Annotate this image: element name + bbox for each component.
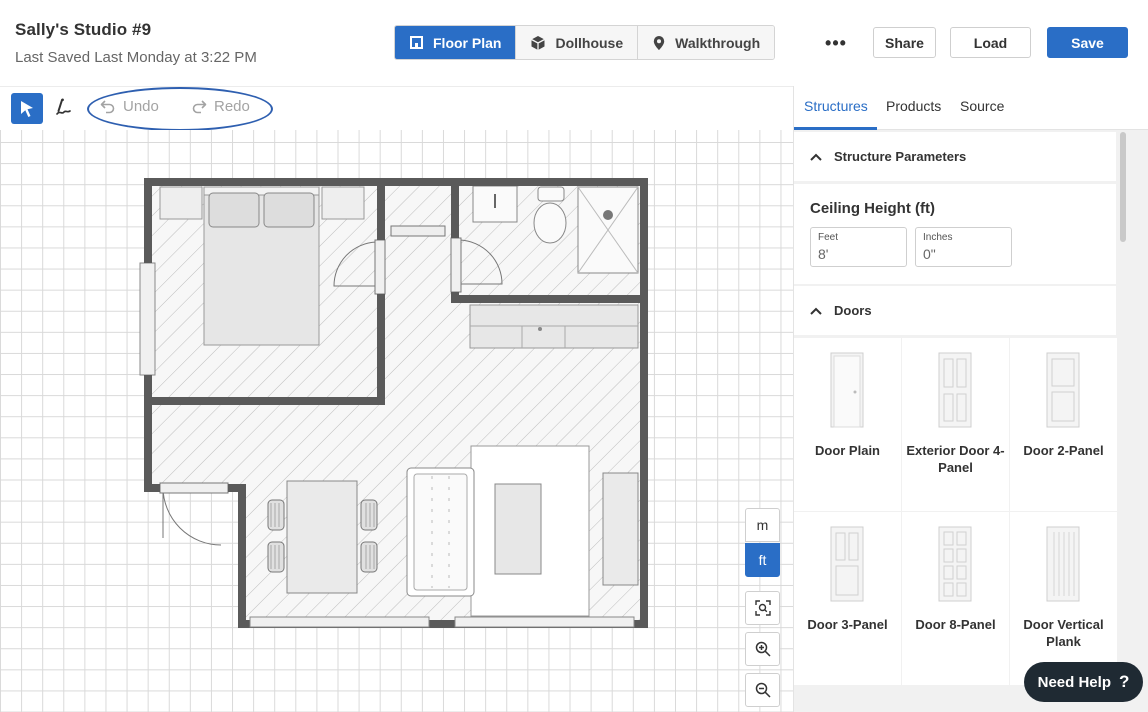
door-card-8-panel[interactable]: Door 8-Panel: [902, 512, 1009, 685]
door-name: Exterior Door 4-Panel: [906, 443, 1005, 475]
chevron-up-icon: [810, 307, 822, 315]
door-catalog-grid: Door Plain Exterior Door 4-Panel Door 2-…: [794, 338, 1117, 685]
door-card-2-panel[interactable]: Door 2-Panel: [1010, 338, 1117, 511]
door-name: Door 2-Panel: [1023, 443, 1104, 458]
door-8-panel-icon: [938, 526, 972, 602]
undo-icon: [100, 99, 115, 113]
last-saved-text: Last Saved Last Monday at 3:22 PM: [15, 49, 257, 66]
chevron-up-icon: [810, 153, 822, 161]
view-mode-tabs: Floor Plan Dollhouse Walkthrough: [394, 25, 776, 60]
bed[interactable]: [203, 186, 320, 346]
zoom-fit-icon: [754, 600, 771, 616]
doors-header[interactable]: Doors: [794, 286, 1116, 335]
zoom-out-icon: [755, 682, 771, 698]
feet-input[interactable]: Feet 8': [810, 227, 907, 267]
canvas-toolbar: Undo Redo: [0, 86, 793, 131]
entrance-door[interactable]: [159, 482, 229, 546]
app-window: Sally's Studio #9 Last Saved Last Monday…: [0, 0, 1148, 712]
nightstand-right[interactable]: [321, 186, 365, 220]
floor-plan-drawing[interactable]: [0, 130, 793, 712]
unit-meters-button[interactable]: m: [745, 508, 780, 542]
door-plain-icon: [830, 352, 864, 428]
door-name: Door Vertical Plank: [1023, 617, 1104, 649]
load-button[interactable]: Load: [950, 27, 1031, 58]
inches-value: 0": [923, 246, 936, 262]
floorplan-icon: [410, 36, 423, 49]
header: Sally's Studio #9 Last Saved Last Monday…: [0, 0, 1148, 86]
project-title[interactable]: Sally's Studio #9: [15, 20, 151, 40]
zoom-fit-button[interactable]: [745, 591, 780, 625]
pen-draw-icon: [56, 98, 71, 115]
floor-plan-canvas[interactable]: m ft: [0, 130, 793, 712]
undo-button[interactable]: Undo: [100, 98, 159, 115]
save-button[interactable]: Save: [1047, 27, 1128, 58]
panel-scrollbar-thumb[interactable]: [1120, 132, 1126, 242]
inches-label: Inches: [923, 232, 953, 243]
structures-panel: Structures Products Source Structure Par…: [793, 86, 1148, 712]
need-help-label: Need Help: [1037, 673, 1111, 691]
ceiling-height-block: Ceiling Height (ft) Feet 8' Inches 0": [794, 184, 1116, 284]
select-tool-button[interactable]: [11, 93, 43, 124]
structure-parameters-header[interactable]: Structure Parameters: [794, 132, 1116, 181]
zoom-out-button[interactable]: [745, 673, 780, 707]
nightstand-left[interactable]: [159, 186, 203, 220]
door-card-vertical-plank[interactable]: Door Vertical Plank: [1010, 512, 1117, 685]
panel-scrollbar[interactable]: [1119, 132, 1127, 712]
need-help-button[interactable]: Need Help ?: [1024, 662, 1143, 702]
tab-products[interactable]: Products: [886, 98, 941, 114]
tab-label: Dollhouse: [555, 34, 624, 51]
sofa[interactable]: [406, 467, 475, 597]
door-4-panel-icon: [938, 352, 972, 428]
door-card-exterior-4-panel[interactable]: Exterior Door 4-Panel: [902, 338, 1009, 511]
feet-value: 8': [818, 246, 829, 262]
shower[interactable]: [577, 186, 639, 274]
door-vertical-plank-icon: [1046, 526, 1080, 602]
cube-icon: [531, 35, 546, 50]
door-2-panel-icon: [1046, 352, 1080, 428]
toilet[interactable]: [533, 186, 567, 244]
tab-label: Floor Plan: [433, 34, 502, 51]
tab-floor-plan[interactable]: Floor Plan: [395, 26, 517, 59]
undo-label: Undo: [123, 98, 159, 115]
cursor-arrow-icon: [21, 100, 33, 117]
tab-dollhouse[interactable]: Dollhouse: [516, 26, 639, 59]
tv-console[interactable]: [602, 472, 639, 586]
section-title: Doors: [834, 303, 872, 318]
more-options-button[interactable]: •••: [822, 30, 850, 56]
ceiling-height-title: Ceiling Height (ft): [810, 200, 935, 217]
tab-source[interactable]: Source: [960, 98, 1004, 114]
door-name: Door 8-Panel: [915, 617, 996, 632]
unit-feet-button[interactable]: ft: [745, 543, 780, 577]
door-name: Door Plain: [814, 443, 880, 458]
inches-input[interactable]: Inches 0": [915, 227, 1012, 267]
tab-walkthrough[interactable]: Walkthrough: [638, 26, 775, 59]
tab-structures[interactable]: Structures: [804, 98, 868, 114]
location-pin-icon: [653, 35, 665, 50]
section-title: Structure Parameters: [834, 149, 967, 164]
door-3-panel-icon: [830, 526, 864, 602]
door-name: Door 3-Panel: [807, 617, 888, 632]
redo-label: Redo: [214, 98, 250, 115]
question-mark-icon: ?: [1118, 672, 1130, 691]
panel-tabs: Structures Products Source: [794, 86, 1148, 130]
tab-label: Walkthrough: [675, 34, 761, 51]
draw-tool-button[interactable]: [51, 95, 75, 121]
kitchen-counter[interactable]: [469, 304, 639, 349]
active-tab-indicator: [794, 127, 877, 130]
door-card-3-panel[interactable]: Door 3-Panel: [794, 512, 901, 685]
dining-table[interactable]: [286, 480, 358, 594]
door-card-plain[interactable]: Door Plain: [794, 338, 901, 511]
window-left[interactable]: [139, 262, 156, 376]
feet-label: Feet: [818, 232, 839, 243]
zoom-in-button[interactable]: [745, 632, 780, 666]
redo-icon: [192, 99, 207, 113]
closet-door[interactable]: [390, 225, 446, 237]
share-button[interactable]: Share: [873, 27, 936, 58]
kitchen-island[interactable]: [470, 445, 590, 617]
redo-button[interactable]: Redo: [191, 98, 250, 115]
zoom-in-icon: [755, 641, 771, 657]
